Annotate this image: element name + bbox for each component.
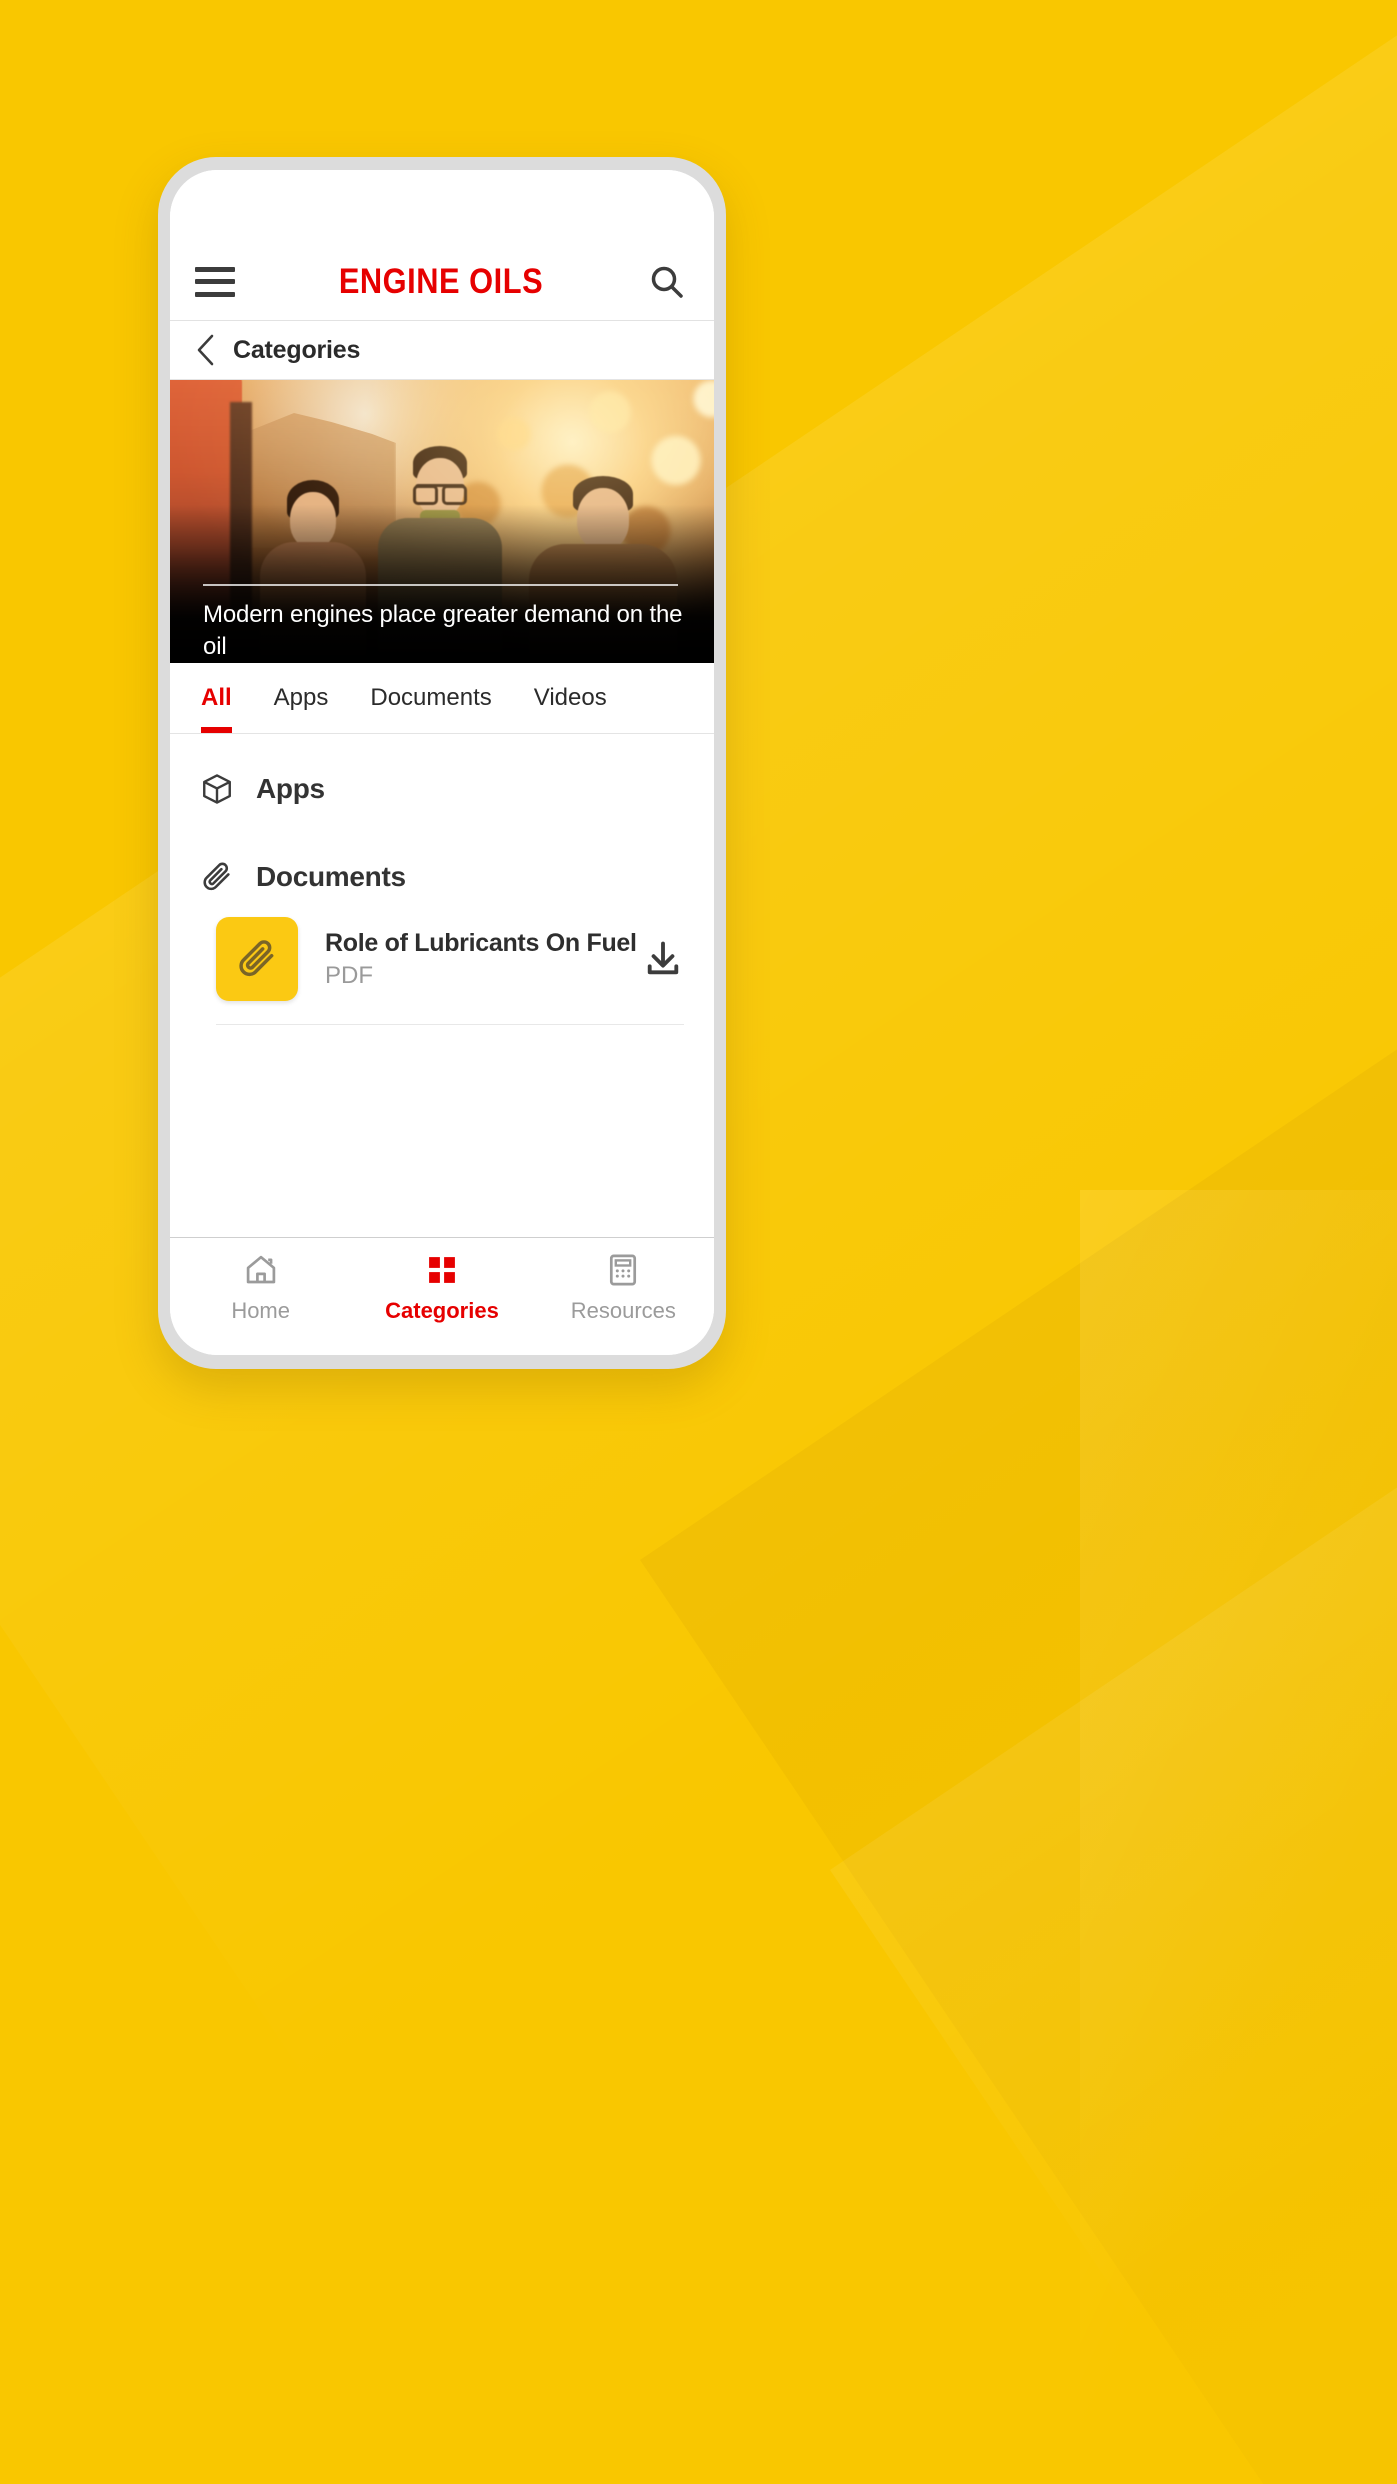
bottom-navigation: Home Categories Resources xyxy=(170,1237,714,1355)
hamburger-bar xyxy=(195,279,235,284)
section-header-documents: Documents xyxy=(170,844,714,910)
app-bar: ENGINE OILS xyxy=(170,243,714,321)
hero-divider-rule xyxy=(203,584,678,586)
tab-videos[interactable]: Videos xyxy=(534,663,607,733)
nav-item-resources[interactable]: Resources xyxy=(533,1238,714,1337)
phone-device-frame: ENGINE OILS Categories Modern engines pl… xyxy=(158,157,726,1369)
chevron-left-icon[interactable] xyxy=(195,333,217,367)
breadcrumb[interactable]: Categories xyxy=(170,321,714,380)
list-divider xyxy=(216,1024,684,1025)
nav-item-home[interactable]: Home xyxy=(170,1238,351,1337)
search-icon[interactable] xyxy=(647,262,687,302)
hamburger-bar xyxy=(195,266,235,272)
background-fold-shadow xyxy=(640,553,1397,2484)
nav-label-home: Home xyxy=(231,1297,290,1323)
status-bar xyxy=(170,170,714,243)
paperclip-icon xyxy=(203,862,230,891)
page-background: ENGINE OILS Categories Modern engines pl… xyxy=(0,0,1397,2484)
grid-icon xyxy=(429,1256,455,1283)
cube-box-icon xyxy=(203,774,231,804)
content-list: Apps Documents Role of Lubricants On Fue… xyxy=(170,734,714,1237)
tab-bar: All Apps Documents Videos xyxy=(170,663,714,734)
nav-label-resources: Resources xyxy=(570,1297,676,1323)
hamburger-menu-icon[interactable] xyxy=(195,266,235,297)
background-fold-right xyxy=(1080,1190,1397,2484)
hero-banner[interactable]: Modern engines place greater demand on t… xyxy=(170,380,714,663)
home-icon xyxy=(246,1255,275,1283)
page-title: ENGINE OILS xyxy=(338,261,544,301)
background-fold-lower xyxy=(830,1087,1397,2484)
document-thumbnail xyxy=(216,917,298,1001)
tab-all[interactable]: All xyxy=(201,663,232,733)
phone-screen: ENGINE OILS Categories Modern engines pl… xyxy=(170,170,714,1355)
breadcrumb-label: Categories xyxy=(233,335,361,364)
download-icon[interactable] xyxy=(642,938,684,980)
tab-documents[interactable]: Documents xyxy=(370,663,491,733)
document-list-item[interactable]: Role of Lubricants On Fuel Effici... PDF xyxy=(170,910,714,1008)
nav-item-categories[interactable]: Categories xyxy=(351,1238,532,1337)
document-filetype: PDF xyxy=(325,961,373,989)
section-title-documents: Documents xyxy=(256,861,406,892)
hamburger-bar xyxy=(195,291,235,297)
nav-label-categories: Categories xyxy=(385,1297,499,1323)
section-header-apps: Apps xyxy=(170,756,714,822)
calculator-icon xyxy=(610,1254,637,1285)
section-title-apps: Apps xyxy=(256,773,325,804)
document-meta: Role of Lubricants On Fuel Effici... PDF xyxy=(298,929,642,990)
hero-caption: Modern engines place greater demand on t… xyxy=(203,601,683,660)
tab-apps[interactable]: Apps xyxy=(274,663,329,733)
paperclip-icon xyxy=(239,940,274,977)
document-title: Role of Lubricants On Fuel Effici... xyxy=(325,928,642,957)
